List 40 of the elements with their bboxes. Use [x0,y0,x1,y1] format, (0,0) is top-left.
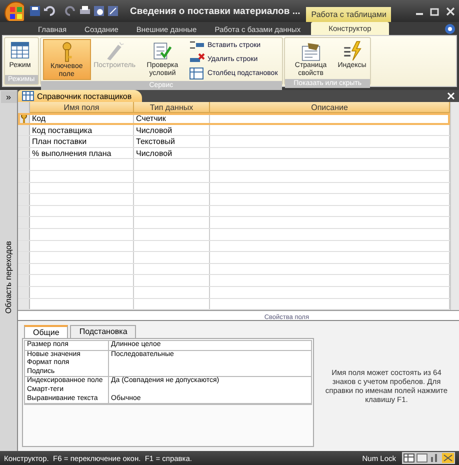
table-icon [22,91,34,101]
table-row[interactable]: План поставки Текстовый [18,136,450,148]
table-row[interactable]: Код Счетчик [18,113,450,125]
save-icon [30,6,40,16]
lookup-column-icon [189,66,206,80]
table-cell[interactable]: Счетчик [134,113,210,124]
table-cell[interactable]: Текстовый [134,136,210,147]
window-title: Сведения о поставки материалов ... [130,6,300,16]
navigation-pane-label: Область переходов [4,240,13,314]
table-cell[interactable]: Код [30,113,134,124]
document-tab[interactable]: Справочник поставщиков [18,90,142,102]
table-cell[interactable]: План поставки [30,136,134,147]
expand-button[interactable]: » [0,91,16,103]
datasheet-view-icon [403,453,415,463]
minimize-icon [416,12,423,14]
table-cell[interactable]: Код поставщика [30,124,134,136]
context-tab-label: Работа с таблицами [306,7,392,22]
property-tab[interactable]: Общие [24,325,68,338]
scrollbar[interactable] [450,102,459,310]
table-cell[interactable]: Числовой [134,124,210,136]
column-header: Тип данных [134,102,210,113]
redo-icon [62,6,76,16]
help-icon [445,24,455,34]
print-icon [80,6,90,16]
design-view-icon [442,453,454,463]
property-sheet-icon [300,40,322,62]
table-row[interactable]: % выполнения плана Числовой [18,148,450,160]
row-selector[interactable] [18,113,30,124]
table-cell[interactable]: Числовой [134,148,210,158]
checklist-icon [151,40,174,62]
property-tab[interactable]: Подстановка [70,325,136,338]
close-icon [447,92,455,100]
undo-icon [44,6,58,16]
table-row[interactable]: Код поставщика Числовой [18,124,450,136]
restore-icon [430,6,439,16]
table-cell[interactable]: % выполнения плана [30,148,134,158]
column-header: Имя поля [30,102,134,113]
close-icon [446,6,455,16]
key-icon [20,113,28,124]
indexes-icon [341,40,364,62]
